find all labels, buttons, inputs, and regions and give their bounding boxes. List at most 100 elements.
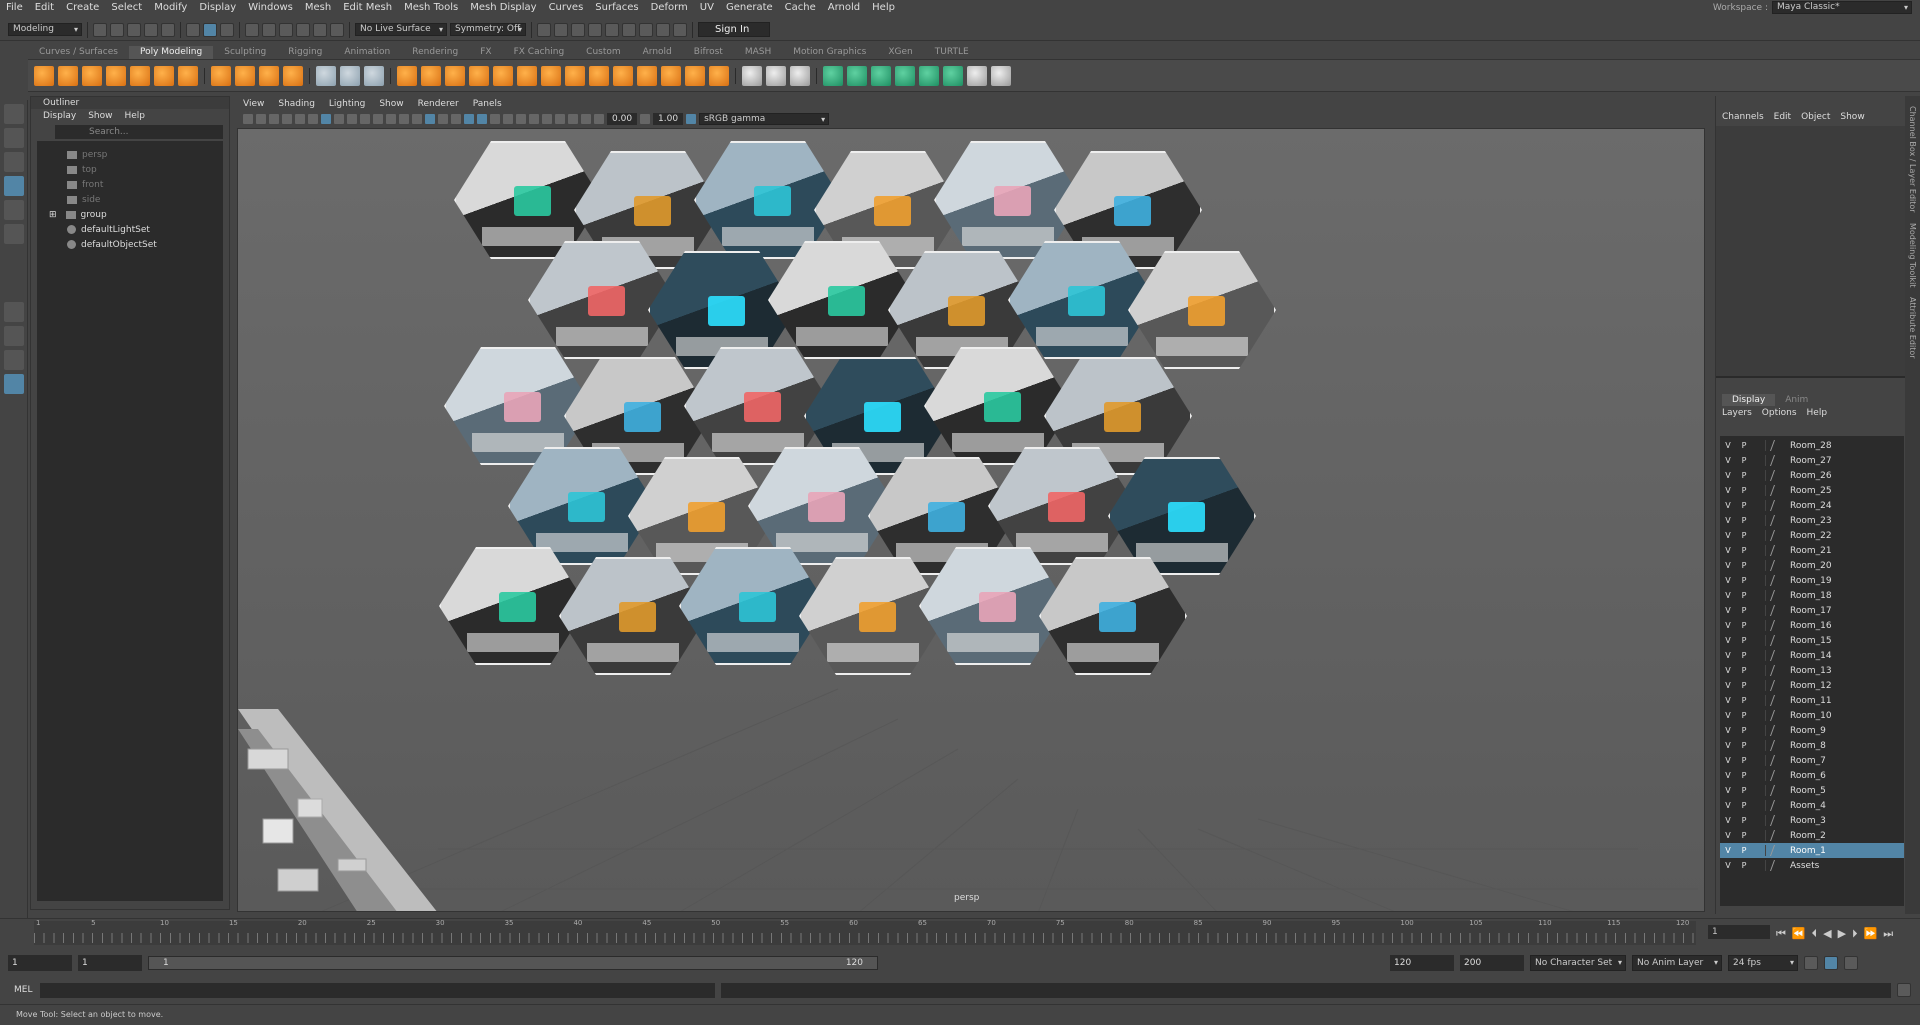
layer-visibility-toggle[interactable]: V xyxy=(1720,771,1736,780)
super-shape-icon[interactable] xyxy=(235,65,255,86)
layer-type-toggle[interactable] xyxy=(1752,665,1766,676)
mel-label[interactable]: MEL xyxy=(14,985,34,995)
exposure-icon[interactable] xyxy=(594,114,604,124)
layer-playback-toggle[interactable]: P xyxy=(1736,861,1752,870)
redo-icon[interactable] xyxy=(161,22,175,37)
menu-display[interactable]: Display xyxy=(193,2,242,13)
layer-type-toggle[interactable] xyxy=(1752,455,1766,466)
layer-playback-toggle[interactable]: P xyxy=(1736,696,1752,705)
soft-select-icon[interactable] xyxy=(967,65,987,86)
layer-row[interactable]: V P Room_6 xyxy=(1720,768,1904,783)
outliner-item[interactable]: side xyxy=(37,192,223,207)
layer-menu-help[interactable]: Help xyxy=(1807,408,1828,418)
separate-icon[interactable] xyxy=(340,65,360,86)
layer-playback-toggle[interactable]: P xyxy=(1736,651,1752,660)
menu-mesh-tools[interactable]: Mesh Tools xyxy=(398,2,464,13)
planar-mapping-icon[interactable] xyxy=(742,65,762,86)
layer-row[interactable]: V P Room_12 xyxy=(1720,678,1904,693)
layer-type-toggle[interactable] xyxy=(1752,560,1766,571)
layer-playback-toggle[interactable]: P xyxy=(1736,831,1752,840)
lasso-tool-icon[interactable] xyxy=(3,128,24,148)
layer-type-toggle[interactable] xyxy=(1752,830,1766,841)
layer-row[interactable]: V P Room_21 xyxy=(1720,543,1904,558)
layer-playback-toggle[interactable]: P xyxy=(1736,801,1752,810)
step-back-key-icon[interactable]: ⏪ xyxy=(1792,927,1806,941)
layer-menu-options[interactable]: Options xyxy=(1762,408,1797,418)
menu-set-dropdown[interactable]: Modeling xyxy=(8,23,82,36)
menu-create[interactable]: Create xyxy=(60,2,105,13)
layer-row[interactable]: V P Room_25 xyxy=(1720,483,1904,498)
wireframe-on-shaded-icon[interactable] xyxy=(451,114,461,124)
layer-row[interactable]: V P Room_7 xyxy=(1720,753,1904,768)
shelf-tab-arnold[interactable]: Arnold xyxy=(632,46,683,59)
type-tool-icon[interactable] xyxy=(259,65,279,86)
animation-start-field[interactable]: 1 xyxy=(8,955,72,971)
layer-visibility-toggle[interactable]: V xyxy=(1720,711,1736,720)
default-material-icon[interactable] xyxy=(438,114,448,124)
layer-row[interactable]: V P Room_17 xyxy=(1720,603,1904,618)
select-component-icon[interactable] xyxy=(220,22,234,37)
shelf-tab-animation[interactable]: Animation xyxy=(333,46,401,59)
smooth-icon[interactable] xyxy=(364,65,384,86)
shelf-tab-rendering[interactable]: Rendering xyxy=(401,46,469,59)
target-weld-icon[interactable] xyxy=(637,65,657,86)
combine-icon[interactable] xyxy=(316,65,336,86)
side-tab-channel-box-layer-editor[interactable]: Channel Box / Layer Editor xyxy=(1908,106,1917,213)
layer-type-toggle[interactable] xyxy=(1752,800,1766,811)
viewport-menu-panels[interactable]: Panels xyxy=(473,99,502,111)
image-plane-icon[interactable] xyxy=(282,114,292,124)
undo-icon[interactable] xyxy=(144,22,158,37)
render-settings-icon[interactable] xyxy=(588,22,602,37)
symmetry-dropdown[interactable]: Symmetry: Off xyxy=(450,23,526,36)
layer-row[interactable]: V P Room_15 xyxy=(1720,633,1904,648)
layer-playback-toggle[interactable]: P xyxy=(1736,726,1752,735)
boolean-difference-icon[interactable] xyxy=(421,65,441,86)
connect-icon[interactable] xyxy=(661,65,681,86)
ipr-render-icon[interactable] xyxy=(571,22,585,37)
layer-visibility-toggle[interactable]: V xyxy=(1720,726,1736,735)
layer-visibility-toggle[interactable]: V xyxy=(1720,816,1736,825)
layer-type-toggle[interactable] xyxy=(1752,605,1766,616)
layer-row[interactable]: V P Room_3 xyxy=(1720,813,1904,828)
boolean-intersection-icon[interactable] xyxy=(445,65,465,86)
outliner-menu-display[interactable]: Display xyxy=(43,111,76,121)
xray-joints-icon[interactable] xyxy=(581,114,591,124)
shelf-tab-xgen[interactable]: XGen xyxy=(877,46,923,59)
side-tab-attribute-editor[interactable]: Attribute Editor xyxy=(1908,297,1917,359)
layer-playback-toggle[interactable]: P xyxy=(1736,606,1752,615)
gamma-icon[interactable] xyxy=(640,114,651,124)
layer-visibility-toggle[interactable]: V xyxy=(1720,801,1736,810)
channelbox-menu-edit[interactable]: Edit xyxy=(1774,112,1791,122)
isolate-select-icon[interactable] xyxy=(555,114,565,124)
shelf-tab-fx[interactable]: FX xyxy=(469,46,502,59)
viewport-menu-view[interactable]: View xyxy=(243,99,264,111)
layer-type-toggle[interactable] xyxy=(1752,710,1766,721)
snap-grid-icon[interactable] xyxy=(245,22,259,37)
gate-mask-icon[interactable] xyxy=(360,114,370,124)
viewport-menu-lighting[interactable]: Lighting xyxy=(329,99,365,111)
xray-icon[interactable] xyxy=(568,114,578,124)
menu-cache[interactable]: Cache xyxy=(779,2,822,13)
layer-type-toggle[interactable] xyxy=(1752,815,1766,826)
color-management-icon[interactable] xyxy=(686,114,697,124)
layer-row[interactable]: V P Room_13 xyxy=(1720,663,1904,678)
layer-playback-toggle[interactable]: P xyxy=(1736,771,1752,780)
smooth-shade-icon[interactable] xyxy=(425,114,435,124)
multi-cut-icon[interactable] xyxy=(613,65,633,86)
layer-type-toggle[interactable] xyxy=(1752,845,1766,856)
layer-type-toggle[interactable] xyxy=(1752,650,1766,661)
layer-type-toggle[interactable] xyxy=(1752,440,1766,451)
layer-playback-toggle[interactable]: P xyxy=(1736,531,1752,540)
live-surface-field[interactable]: No Live Surface xyxy=(355,23,447,36)
layer-type-toggle[interactable] xyxy=(1752,740,1766,751)
render-frame-icon[interactable] xyxy=(554,22,568,37)
poly-cylinder-icon[interactable] xyxy=(82,65,102,86)
layer-type-toggle[interactable] xyxy=(1752,515,1766,526)
layer-playback-toggle[interactable]: P xyxy=(1736,441,1752,450)
layer-type-toggle[interactable] xyxy=(1752,620,1766,631)
select-camera-icon[interactable] xyxy=(243,114,253,124)
flatten-tool-icon[interactable] xyxy=(943,65,963,86)
layer-visibility-toggle[interactable]: V xyxy=(1720,861,1736,870)
layer-playback-toggle[interactable]: P xyxy=(1736,756,1752,765)
use-lights-icon[interactable] xyxy=(477,114,487,124)
